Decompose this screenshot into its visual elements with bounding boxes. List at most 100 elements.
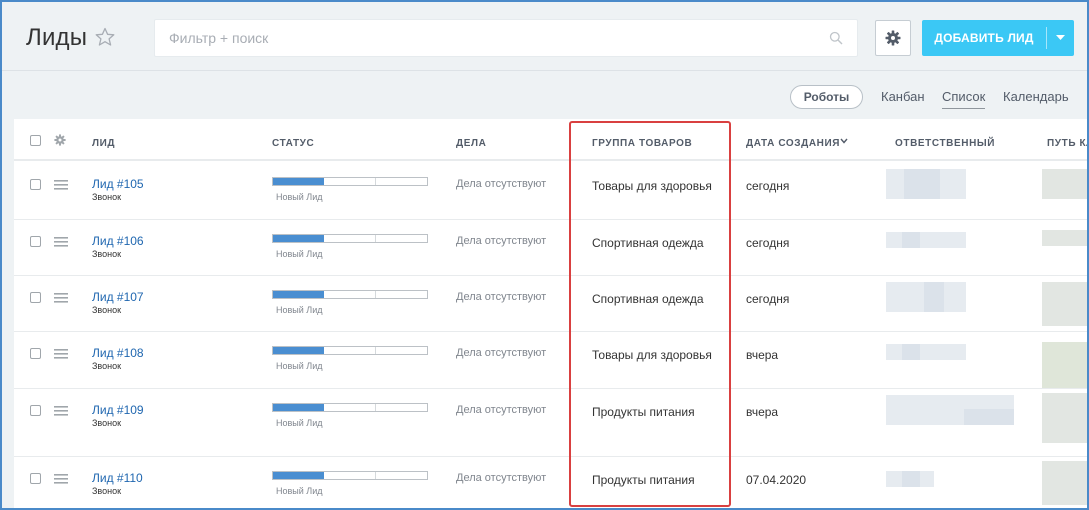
status-segment-divider	[374, 291, 376, 298]
drag-handle-icon[interactable]	[54, 237, 68, 247]
created-date-cell: сегодня	[746, 236, 790, 250]
product-group-cell: Товары для здоровья	[592, 348, 712, 362]
star-icon[interactable]	[95, 27, 115, 47]
status-progress-fill	[273, 347, 324, 354]
status-progress-bar[interactable]	[272, 290, 428, 299]
column-header-client-path[interactable]: ПУТЬ КЛ	[1047, 138, 1087, 149]
status-progress-bar[interactable]	[272, 234, 428, 243]
row-checkbox[interactable]	[30, 236, 41, 247]
search-box[interactable]	[154, 19, 858, 57]
blurred-responsible	[904, 169, 940, 199]
add-lead-button[interactable]: ДОБАВИТЬ ЛИД	[922, 20, 1074, 56]
select-all-checkbox[interactable]	[30, 135, 41, 146]
search-icon[interactable]	[829, 31, 843, 45]
gear-icon	[885, 30, 901, 46]
lead-source: Звонок	[92, 486, 122, 496]
chevron-down-icon	[1056, 35, 1065, 40]
status-label: Новый Лид	[276, 249, 323, 259]
tab-kanban[interactable]: Канбан	[881, 89, 925, 104]
lead-link[interactable]: Лид #106	[92, 234, 144, 248]
product-group-cell: Товары для здоровья	[592, 179, 712, 193]
table-row[interactable]: Лид #108 Звонок Новый Лид Дела отсутству…	[14, 332, 1087, 389]
row-checkbox[interactable]	[30, 405, 41, 416]
created-date-cell: вчера	[746, 348, 779, 362]
blurred-responsible	[886, 232, 966, 248]
column-header-status[interactable]: СТАТУС	[272, 138, 314, 149]
status-label: Новый Лид	[276, 486, 323, 496]
deals-cell: Дела отсутствуют	[456, 347, 547, 359]
status-progress-fill	[273, 178, 324, 185]
blurred-responsible	[886, 344, 966, 360]
lead-link[interactable]: Лид #109	[92, 403, 144, 417]
drag-handle-icon[interactable]	[54, 406, 68, 416]
blurred-client-path	[1042, 230, 1087, 246]
column-header-responsible[interactable]: ОТВЕТСТВЕННЫЙ	[895, 138, 995, 149]
lead-source: Звонок	[92, 418, 122, 428]
lead-source: Звонок	[92, 305, 122, 315]
status-label: Новый Лид	[276, 418, 323, 428]
column-header-product-group[interactable]: ГРУППА ТОВАРОВ	[592, 138, 692, 149]
lead-source: Звонок	[92, 249, 122, 259]
blurred-client-path	[1042, 342, 1087, 388]
column-settings-gear-icon[interactable]	[54, 134, 66, 146]
lead-link[interactable]: Лид #110	[92, 471, 143, 485]
row-checkbox[interactable]	[30, 473, 41, 484]
column-header-lead[interactable]: ЛИД	[92, 138, 115, 149]
row-checkbox[interactable]	[30, 292, 41, 303]
row-checkbox[interactable]	[30, 179, 41, 190]
status-progress-fill	[273, 291, 324, 298]
page-title: Лиды	[26, 24, 88, 51]
add-lead-dropdown[interactable]	[1047, 35, 1074, 41]
row-checkbox[interactable]	[30, 348, 41, 359]
lead-link[interactable]: Лид #107	[92, 290, 144, 304]
column-header-deals[interactable]: ДЕЛА	[456, 138, 486, 149]
status-progress-bar[interactable]	[272, 403, 428, 412]
tab-list[interactable]: Список	[942, 89, 986, 109]
status-progress-fill	[273, 404, 324, 411]
created-date-cell: сегодня	[746, 292, 790, 306]
column-header-created-date[interactable]: ДАТА СОЗДАНИЯ	[746, 138, 840, 149]
leads-table: ЛИД СТАТУС ДЕЛА ГРУППА ТОВАРОВ ДАТА СОЗД…	[14, 119, 1087, 508]
deals-cell: Дела отсутствуют	[456, 178, 547, 190]
status-progress-bar[interactable]	[272, 346, 428, 355]
lead-source: Звонок	[92, 361, 122, 371]
product-group-cell: Продукты питания	[592, 473, 695, 487]
product-group-cell: Спортивная одежда	[592, 236, 704, 250]
sort-arrow-icon[interactable]	[840, 138, 848, 144]
table-header: ЛИД СТАТУС ДЕЛА ГРУППА ТОВАРОВ ДАТА СОЗД…	[14, 119, 1087, 161]
product-group-cell: Спортивная одежда	[592, 292, 704, 306]
search-input[interactable]	[155, 20, 815, 56]
tab-calendar[interactable]: Календарь	[1003, 89, 1069, 104]
status-segment-divider	[374, 347, 376, 354]
table-row[interactable]: Лид #109 Звонок Новый Лид Дела отсутству…	[14, 389, 1087, 457]
lead-link[interactable]: Лид #108	[92, 346, 144, 360]
blurred-responsible	[924, 282, 944, 312]
status-progress-bar[interactable]	[272, 471, 428, 480]
status-label: Новый Лид	[276, 305, 323, 315]
lead-link[interactable]: Лид #105	[92, 177, 144, 191]
blurred-client-path	[1042, 393, 1087, 443]
drag-handle-icon[interactable]	[54, 180, 68, 190]
status-segment-divider	[374, 404, 376, 411]
status-progress-bar[interactable]	[272, 177, 428, 186]
blurred-client-path	[1042, 461, 1087, 505]
blurred-responsible	[902, 232, 920, 248]
table-row[interactable]: Лид #105 Звонок Новый Лид Дела отсутству…	[14, 163, 1087, 220]
created-date-cell: сегодня	[746, 179, 790, 193]
robots-button[interactable]: Роботы	[790, 85, 863, 109]
created-date-cell: 07.04.2020	[746, 473, 807, 487]
created-date-cell: вчера	[746, 405, 779, 419]
drag-handle-icon[interactable]	[54, 293, 68, 303]
drag-handle-icon[interactable]	[54, 474, 68, 484]
status-progress-fill	[273, 235, 324, 242]
settings-button[interactable]	[875, 20, 911, 56]
drag-handle-icon[interactable]	[54, 349, 68, 359]
status-progress-fill	[273, 472, 324, 479]
status-label: Новый Лид	[276, 192, 323, 202]
table-row[interactable]: Лид #107 Звонок Новый Лид Дела отсутству…	[14, 276, 1087, 332]
status-label: Новый Лид	[276, 361, 323, 371]
deals-cell: Дела отсутствуют	[456, 235, 547, 247]
blurred-client-path	[1042, 169, 1087, 199]
table-row[interactable]: Лид #110 Звонок Новый Лид Дела отсутству…	[14, 457, 1087, 508]
table-row[interactable]: Лид #106 Звонок Новый Лид Дела отсутству…	[14, 220, 1087, 276]
